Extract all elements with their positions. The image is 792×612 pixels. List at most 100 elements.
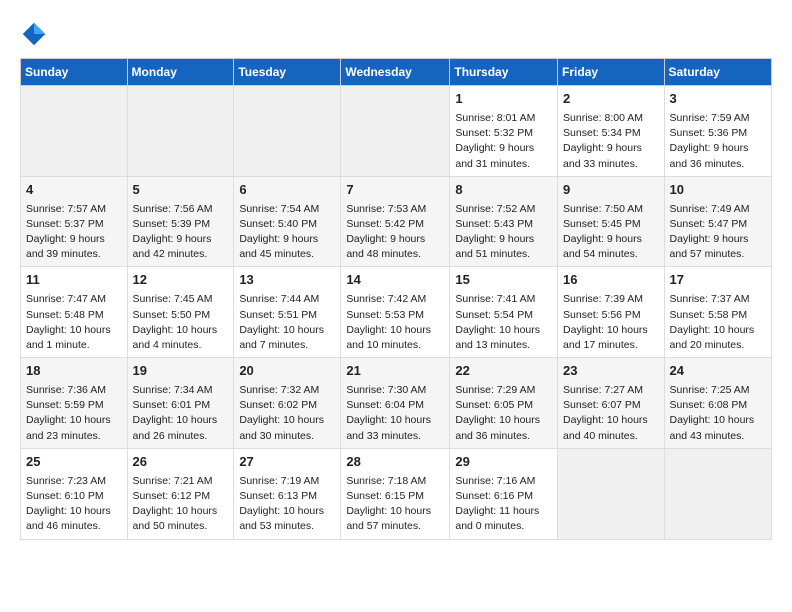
day-number: 11	[26, 271, 122, 290]
day-info-line: and 10 minutes.	[346, 338, 444, 353]
calendar-cell: 11 Sunrise: 7:47 AMSunset: 5:48 PMDayligh…	[21, 267, 128, 358]
calendar-cell	[127, 86, 234, 177]
day-info-line: and 54 minutes.	[563, 247, 659, 262]
day-number: 28	[346, 453, 444, 472]
day-info-line: Sunrise: 7:18 AM	[346, 474, 444, 489]
day-number: 4	[26, 181, 122, 200]
day-info-line: Sunrise: 7:32 AM	[239, 383, 335, 398]
day-info-line: Sunset: 6:02 PM	[239, 398, 335, 413]
day-info-line: Sunset: 5:48 PM	[26, 308, 122, 323]
day-info-line: Daylight: 9 hours	[670, 141, 766, 156]
calendar-cell: 8Sunrise: 7:52 AMSunset: 5:43 PMDaylight…	[450, 176, 558, 267]
day-info-line: Daylight: 10 hours	[563, 413, 659, 428]
calendar-cell: 6Sunrise: 7:54 AMSunset: 5:40 PMDaylight…	[234, 176, 341, 267]
day-of-week-header: Thursday	[450, 59, 558, 86]
day-info-line: and 43 minutes.	[670, 429, 766, 444]
calendar-cell: 21Sunrise: 7:30 AMSunset: 6:04 PMDayligh…	[341, 358, 450, 449]
day-info-line: Sunrise: 7:57 AM	[26, 202, 122, 217]
day-info-line: Sunrise: 7:30 AM	[346, 383, 444, 398]
day-of-week-header: Saturday	[664, 59, 771, 86]
day-info-line: Daylight: 10 hours	[133, 413, 229, 428]
day-info-line: Sunrise: 7:50 AM	[563, 202, 659, 217]
day-info-line: and 30 minutes.	[239, 429, 335, 444]
day-number: 10	[670, 181, 766, 200]
day-info-line: Daylight: 9 hours	[346, 232, 444, 247]
calendar-cell: 2Sunrise: 8:00 AMSunset: 5:34 PMDaylight…	[558, 86, 665, 177]
day-info-line: and 4 minutes.	[133, 338, 229, 353]
day-info-line: Sunset: 5:58 PM	[670, 308, 766, 323]
day-info-line: Sunset: 6:15 PM	[346, 489, 444, 504]
day-number: 20	[239, 362, 335, 381]
calendar-body: 1Sunrise: 8:01 AMSunset: 5:32 PMDaylight…	[21, 86, 772, 540]
day-info-line: and 31 minutes.	[455, 157, 552, 172]
day-info-line: Sunset: 6:16 PM	[455, 489, 552, 504]
day-info-line: Daylight: 9 hours	[563, 141, 659, 156]
day-info-line: Daylight: 10 hours	[133, 504, 229, 519]
day-number: 21	[346, 362, 444, 381]
calendar-cell: 10Sunrise: 7:49 AMSunset: 5:47 PMDayligh…	[664, 176, 771, 267]
day-number: 8	[455, 181, 552, 200]
day-info-line: Sunset: 6:01 PM	[133, 398, 229, 413]
day-info-line: Daylight: 10 hours	[239, 504, 335, 519]
day-info-line: Sunrise: 7:37 AM	[670, 292, 766, 307]
day-number: 1	[455, 90, 552, 109]
calendar-cell: 23Sunrise: 7:27 AMSunset: 6:07 PMDayligh…	[558, 358, 665, 449]
calendar-cell: 24Sunrise: 7:25 AMSunset: 6:08 PMDayligh…	[664, 358, 771, 449]
day-number: 3	[670, 90, 766, 109]
calendar-cell: 9Sunrise: 7:50 AMSunset: 5:45 PMDaylight…	[558, 176, 665, 267]
day-info-line: and 57 minutes.	[346, 519, 444, 534]
day-info-line: Daylight: 11 hours	[455, 504, 552, 519]
day-number: 18	[26, 362, 122, 381]
calendar-cell	[234, 86, 341, 177]
day-info-line: Daylight: 10 hours	[239, 323, 335, 338]
day-of-week-header: Tuesday	[234, 59, 341, 86]
day-info-line: Daylight: 10 hours	[239, 413, 335, 428]
day-number: 22	[455, 362, 552, 381]
day-of-week-header: Wednesday	[341, 59, 450, 86]
calendar-week-row: 4 Sunrise: 7:57 AMSunset: 5:37 PM Daylight…	[21, 176, 772, 267]
day-info-line: Sunrise: 7:27 AM	[563, 383, 659, 398]
day-info-line: and 33 minutes.	[563, 157, 659, 172]
day-info-line: Sunset: 5:32 PM	[455, 126, 552, 141]
day-of-week-header: Sunday	[21, 59, 128, 86]
day-info-line: Sunset: 6:08 PM	[670, 398, 766, 413]
day-of-week-header: Monday	[127, 59, 234, 86]
day-info-line: Sunrise: 7:21 AM	[133, 474, 229, 489]
calendar-cell: 1Sunrise: 8:01 AMSunset: 5:32 PMDaylight…	[450, 86, 558, 177]
day-number: 9	[563, 181, 659, 200]
calendar-cell: 15Sunrise: 7:41 AMSunset: 5:54 PMDayligh…	[450, 267, 558, 358]
day-info-line: and 26 minutes.	[133, 429, 229, 444]
calendar-header-row: SundayMondayTuesdayWednesdayThursdayFrid…	[21, 59, 772, 86]
day-info-line: Sunset: 5:37 PM	[26, 217, 122, 232]
day-info-line: and 33 minutes.	[346, 429, 444, 444]
calendar-cell: 28Sunrise: 7:18 AMSunset: 6:15 PMDayligh…	[341, 448, 450, 539]
day-info-line: and 42 minutes.	[133, 247, 229, 262]
calendar-cell	[558, 448, 665, 539]
calendar-week-row: 18Sunrise: 7:36 AMSunset: 5:59 PMDayligh…	[21, 358, 772, 449]
day-info-line: Sunset: 6:10 PM	[26, 489, 122, 504]
calendar-cell: 4Sunrise: 7:57 AMSunset: 5:37 PMDaylight…	[21, 176, 128, 267]
day-info-line: and 1 minute.	[26, 338, 122, 353]
day-info-line: and 36 minutes.	[455, 429, 552, 444]
day-info-line: and 53 minutes.	[239, 519, 335, 534]
day-info-line: Daylight: 10 hours	[26, 323, 122, 338]
day-info-line: Sunrise: 7:59 AM	[670, 111, 766, 126]
day-info-line: Daylight: 9 hours	[563, 232, 659, 247]
calendar-cell: 26Sunrise: 7:21 AMSunset: 6:12 PMDayligh…	[127, 448, 234, 539]
day-number: 5	[133, 181, 229, 200]
calendar-cell: 29Sunrise: 7:16 AMSunset: 6:16 PMDayligh…	[450, 448, 558, 539]
day-info-line: Sunrise: 7:54 AM	[239, 202, 335, 217]
day-number: 27	[239, 453, 335, 472]
day-info-line: and 57 minutes.	[670, 247, 766, 262]
day-info-line: Sunrise: 7:47 AM	[26, 292, 122, 307]
day-info-line: Daylight: 10 hours	[455, 323, 552, 338]
day-info-line: and 48 minutes.	[346, 247, 444, 262]
day-info-line: Sunset: 5:36 PM	[670, 126, 766, 141]
calendar-week-row: 11Sunrise: 7:47 AMSunset: 5:48 PMDayligh…	[21, 267, 772, 358]
day-info-line: Sunset: 6:05 PM	[455, 398, 552, 413]
day-info-line: Daylight: 10 hours	[133, 323, 229, 338]
day-info-line: Sunset: 5:39 PM	[133, 217, 229, 232]
calendar-cell: 17Sunrise: 7:37 AMSunset: 5:58 PMDayligh…	[664, 267, 771, 358]
day-info-line: and 51 minutes.	[455, 247, 552, 262]
day-info-line: Sunrise: 7:25 AM	[670, 383, 766, 398]
